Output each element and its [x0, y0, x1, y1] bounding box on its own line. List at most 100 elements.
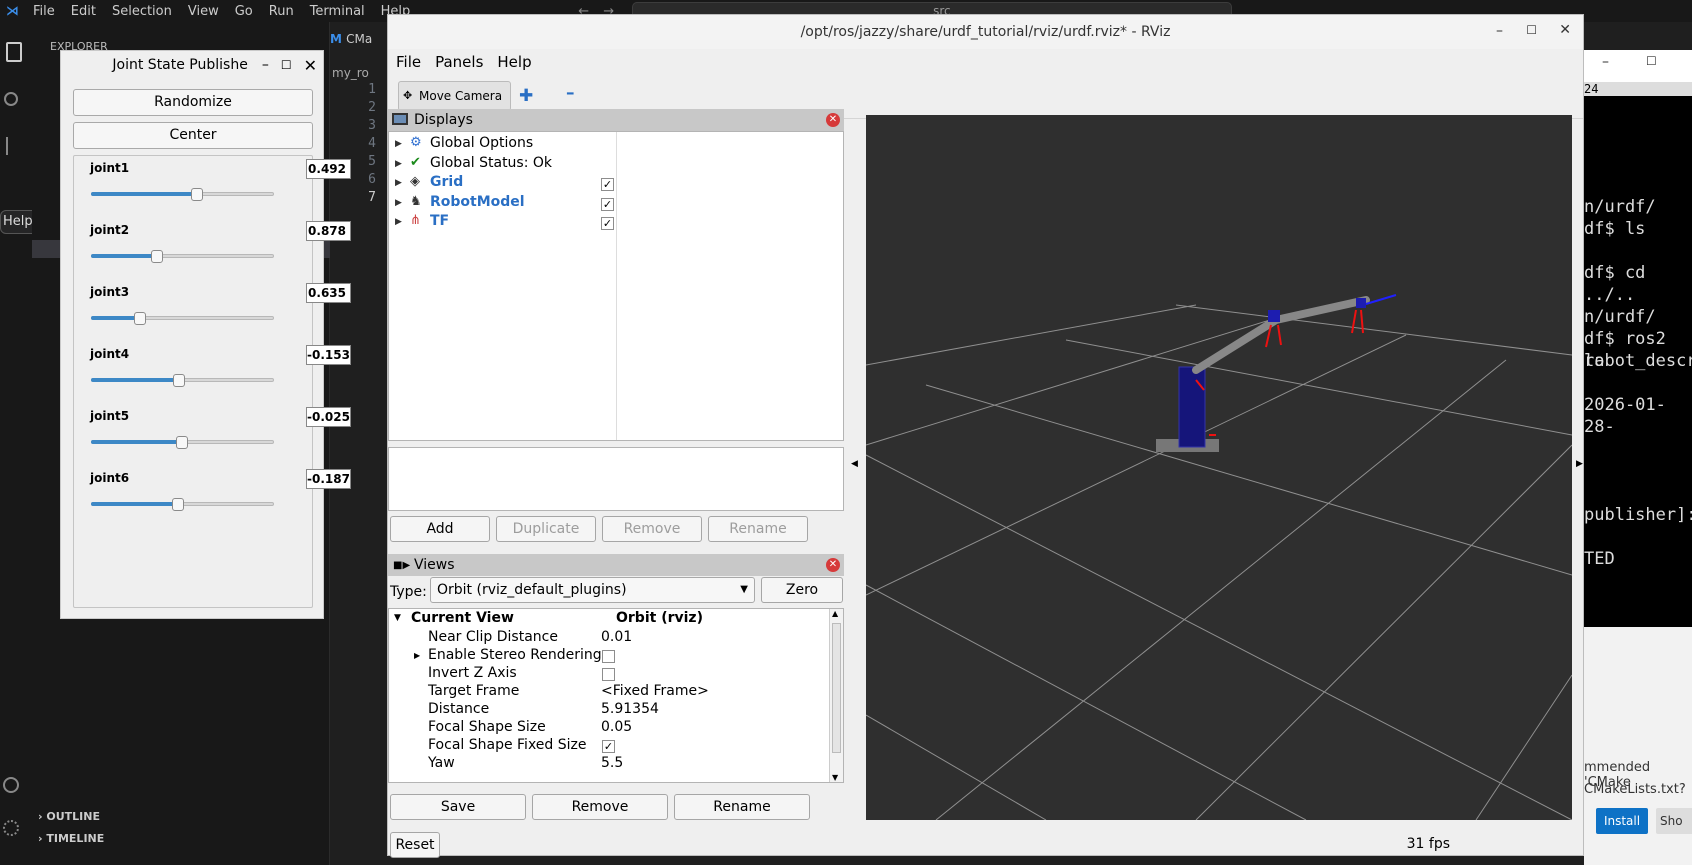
- rviz-close-icon[interactable]: ✕: [1559, 22, 1571, 38]
- joint-slider-handle[interactable]: [176, 436, 188, 449]
- rename-display-button[interactable]: Rename: [708, 516, 808, 542]
- joint-value-field[interactable]: -0.025: [306, 407, 351, 427]
- view-property-row[interactable]: Focal Shape Size 0.05: [389, 719, 829, 738]
- line-number: 3: [368, 118, 376, 133]
- view-property-row[interactable]: Focal Shape Fixed Size ✓: [389, 737, 829, 756]
- joint-slider-handle[interactable]: [134, 312, 146, 325]
- terminal-line: n/urdf/: [1584, 307, 1656, 327]
- close-icon[interactable]: ✕: [304, 56, 317, 75]
- expand-arrow-icon[interactable]: ▶: [395, 159, 402, 169]
- menu-view[interactable]: View: [180, 4, 227, 19]
- show-button[interactable]: Sho: [1656, 808, 1692, 834]
- display-item[interactable]: ▶ ✔ Global Status: Ok: [389, 155, 843, 175]
- rviz-menu-panels[interactable]: Panels: [435, 53, 483, 71]
- menu-selection[interactable]: Selection: [104, 4, 180, 19]
- view-type-select[interactable]: Orbit (rviz_default_plugins) ▼: [430, 577, 755, 603]
- display-item[interactable]: ▶ ♞ RobotModel ✓: [389, 194, 843, 214]
- menu-file[interactable]: File: [25, 4, 63, 19]
- save-view-button[interactable]: Save: [390, 794, 526, 820]
- joint-slider-handle[interactable]: [172, 498, 184, 511]
- property-checkbox[interactable]: ✓: [602, 740, 615, 753]
- joint-value-field[interactable]: -0.187: [306, 469, 351, 489]
- move-camera-tool[interactable]: ✥ Move Camera: [398, 81, 511, 111]
- collapse-right-icon[interactable]: ▶: [1576, 459, 1583, 469]
- views-close-icon[interactable]: ✕: [826, 558, 840, 572]
- view-property-row[interactable]: Near Clip Distance 0.01: [389, 629, 829, 648]
- joint-slider-handle[interactable]: [151, 250, 163, 263]
- duplicate-display-button[interactable]: Duplicate: [496, 516, 596, 542]
- display-enabled-checkbox[interactable]: ✓: [601, 178, 614, 191]
- property-checkbox[interactable]: [602, 650, 615, 663]
- account-icon[interactable]: [3, 777, 19, 793]
- display-enabled-checkbox[interactable]: ✓: [601, 197, 614, 211]
- view-property-row[interactable]: Target Frame <Fixed Frame>: [389, 683, 829, 702]
- scroll-thumb[interactable]: [832, 623, 841, 753]
- checkmark-icon: ✔: [410, 154, 421, 170]
- view-property-row[interactable]: ▶ Enable Stereo Rendering: [389, 647, 829, 666]
- joint-value-field[interactable]: 0.635: [306, 283, 351, 303]
- expand-arrow-icon[interactable]: ▶: [414, 651, 420, 660]
- view-property-row[interactable]: Yaw 5.5: [389, 755, 829, 774]
- view-property-row[interactable]: Distance 5.91354: [389, 701, 829, 720]
- properties-scrollbar[interactable]: ▲ ▼: [829, 609, 843, 782]
- menu-go[interactable]: Go: [227, 4, 261, 19]
- expand-arrow-icon[interactable]: ▶: [395, 139, 402, 149]
- terminal-output[interactable]: 24 n/urdf/df$ ls df$ cd ../.. n/urdf/df$ r…: [1584, 82, 1692, 627]
- rviz-maximize-icon[interactable]: ☐: [1526, 23, 1537, 37]
- remove-display-button[interactable]: Remove: [602, 516, 702, 542]
- scroll-up-icon[interactable]: ▲: [832, 609, 838, 618]
- display-item[interactable]: ▶ ⋔ TF ✓: [389, 213, 843, 233]
- remove-view-button[interactable]: Remove: [532, 794, 668, 820]
- joint-value-field[interactable]: 0.878: [306, 221, 351, 241]
- menu-terminal[interactable]: Terminal: [302, 4, 373, 19]
- rviz-menu-help[interactable]: Help: [497, 53, 531, 71]
- 3d-viewport[interactable]: [866, 115, 1572, 820]
- gear-icon: ⚙: [410, 135, 422, 150]
- terminal-lines: n/urdf/df$ ls df$ cd ../.. n/urdf/df$ ros2…: [1584, 96, 1692, 570]
- expand-arrow-icon[interactable]: ▶: [395, 198, 402, 208]
- display-enabled-checkbox[interactable]: ✓: [601, 217, 614, 230]
- reset-button[interactable]: Reset: [390, 832, 440, 858]
- minimize-icon[interactable]: –: [262, 57, 269, 73]
- joint-slider-handle[interactable]: [191, 188, 203, 201]
- search-icon[interactable]: [4, 92, 18, 106]
- property-checkbox[interactable]: [602, 668, 615, 681]
- source-control-icon[interactable]: [6, 137, 18, 155]
- menu-run[interactable]: Run: [261, 4, 302, 19]
- scroll-down-icon[interactable]: ▼: [832, 773, 838, 782]
- add-tool-icon[interactable]: ✚: [519, 86, 533, 106]
- rename-view-button[interactable]: Rename: [674, 794, 810, 820]
- joint-slider-handle[interactable]: [173, 374, 185, 387]
- terminal-maximize-icon[interactable]: ☐: [1646, 54, 1657, 68]
- zero-button[interactable]: Zero: [761, 577, 843, 603]
- view-property-row[interactable]: Invert Z Axis: [389, 665, 829, 684]
- fps-label: 31 fps: [1406, 836, 1450, 852]
- displays-close-icon[interactable]: ✕: [826, 113, 840, 127]
- property-name: Enable Stereo Rendering: [428, 647, 602, 663]
- collapse-left-icon[interactable]: ◀: [851, 459, 858, 469]
- randomize-button[interactable]: Randomize: [73, 89, 313, 116]
- rviz-minimize-icon[interactable]: –: [1496, 23, 1503, 39]
- install-button[interactable]: Install: [1596, 808, 1648, 834]
- display-item[interactable]: ▶ ◈ Grid ✓: [389, 174, 843, 194]
- joint-value-field[interactable]: -0.153: [306, 345, 351, 365]
- timeline-section[interactable]: › TIMELINE: [38, 832, 104, 845]
- display-item[interactable]: ▶ ⚙ Global Options: [389, 135, 843, 155]
- rviz-menu-file[interactable]: File: [396, 53, 421, 71]
- remove-tool-icon[interactable]: –: [566, 83, 575, 103]
- terminal-minimize-icon[interactable]: –: [1602, 54, 1609, 70]
- current-view-row[interactable]: ▼ Current View Orbit (rviz): [389, 610, 829, 629]
- expand-arrow-icon[interactable]: ▶: [395, 178, 402, 188]
- add-display-button[interactable]: Add: [390, 516, 490, 542]
- editor-tab[interactable]: M CMa: [330, 32, 372, 46]
- joint-value-field[interactable]: 0.492: [306, 159, 351, 179]
- maximize-icon[interactable]: ☐: [281, 58, 292, 72]
- files-icon[interactable]: [6, 42, 22, 62]
- settings-icon[interactable]: [3, 820, 19, 836]
- expand-arrow-icon[interactable]: ▶: [395, 217, 402, 227]
- menu-edit[interactable]: Edit: [63, 4, 104, 19]
- view-properties-tree: ▼ Current View Orbit (rviz) Near Clip Di…: [388, 608, 844, 783]
- center-button[interactable]: Center: [73, 122, 313, 149]
- outline-section[interactable]: › OUTLINE: [38, 810, 100, 823]
